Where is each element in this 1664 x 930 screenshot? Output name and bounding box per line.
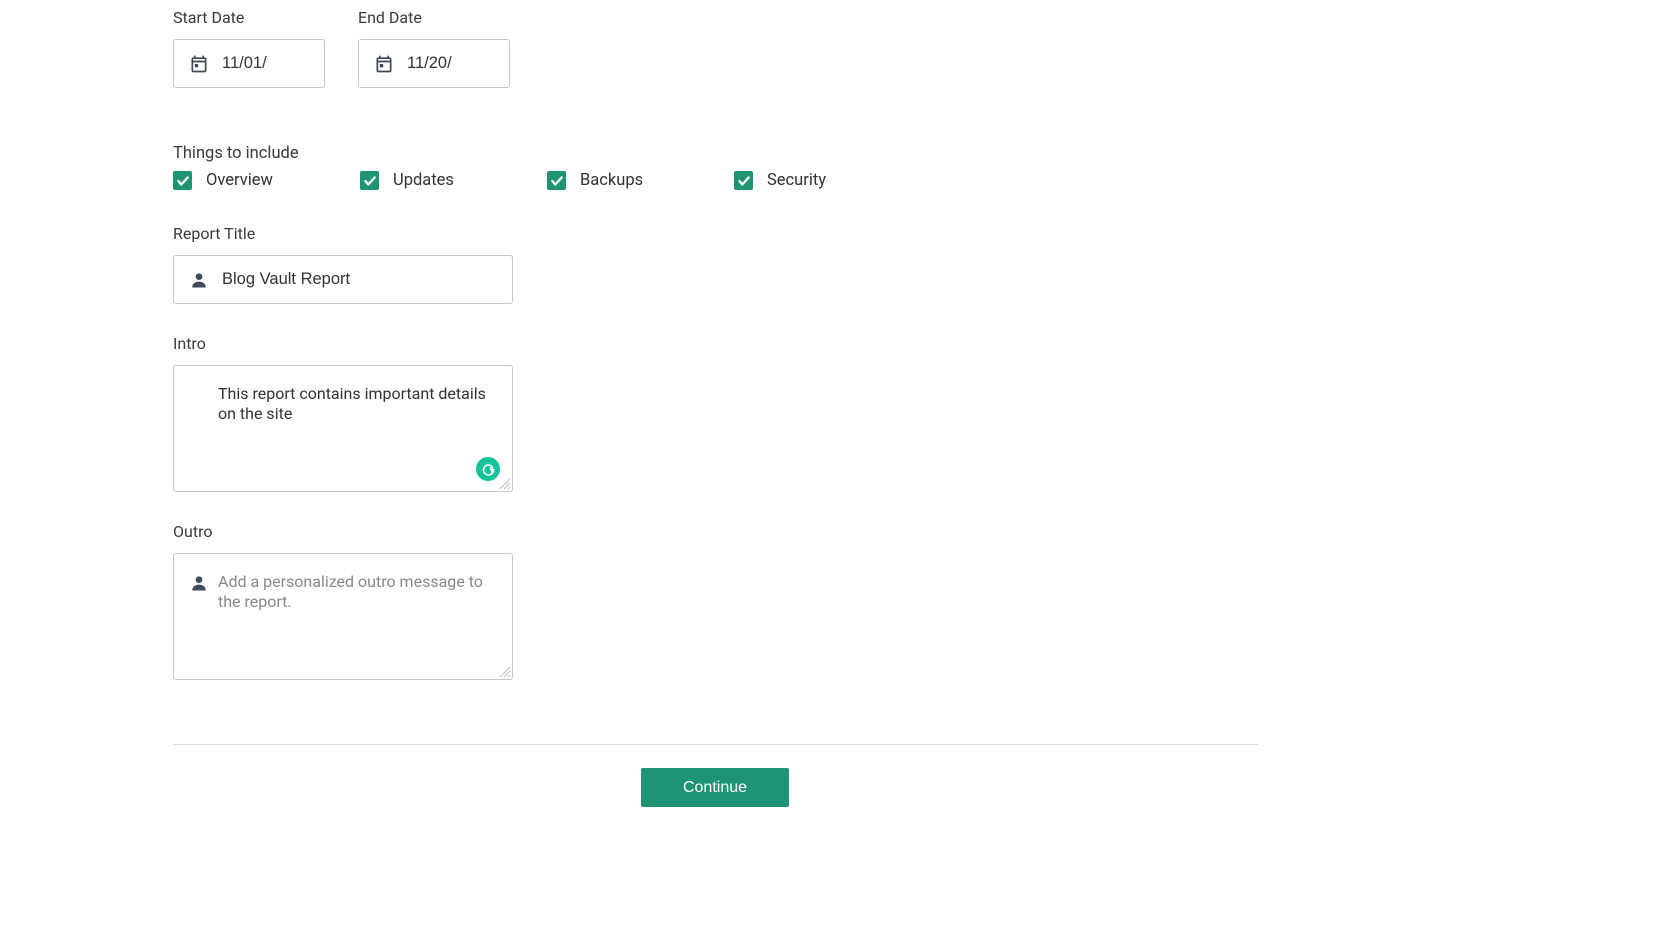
calendar-icon <box>373 53 395 75</box>
report-title-input-wrap[interactable] <box>173 255 513 304</box>
checkbox-backups[interactable]: Backups <box>547 171 734 190</box>
checkbox-updates[interactable]: Updates <box>360 171 547 190</box>
checkbox-label: Overview <box>206 171 273 190</box>
end-date-input-wrap[interactable] <box>358 39 510 88</box>
checkbox-label: Updates <box>393 171 454 190</box>
checkbox-overview[interactable]: Overview <box>173 171 360 190</box>
start-date-label: Start Date <box>173 8 325 27</box>
start-date-field: Start Date <box>173 8 325 88</box>
checkbox-icon <box>734 171 753 190</box>
report-title-input[interactable] <box>222 270 500 289</box>
intro-textarea[interactable] <box>218 384 492 473</box>
checkbox-label: Backups <box>580 171 643 190</box>
outro-label: Outro <box>173 522 1258 541</box>
things-to-include-label: Things to include <box>173 144 1258 163</box>
start-date-input-wrap[interactable] <box>173 39 325 88</box>
outro-textarea-wrap[interactable] <box>173 553 513 680</box>
intro-textarea-wrap[interactable] <box>173 365 513 492</box>
calendar-icon <box>188 53 210 75</box>
end-date-label: End Date <box>358 8 510 27</box>
intro-field: Intro <box>173 334 1258 492</box>
user-icon <box>188 572 210 594</box>
resize-handle-icon <box>497 476 511 490</box>
resize-handle-icon <box>497 664 511 678</box>
checkbox-icon <box>547 171 566 190</box>
divider <box>173 744 1258 745</box>
report-title-field: Report Title <box>173 224 1258 304</box>
checkbox-icon <box>360 171 379 190</box>
things-to-include-group: Overview Updates Backups Security <box>173 171 1258 190</box>
continue-button[interactable]: Continue <box>641 768 789 807</box>
end-date-input[interactable] <box>407 54 627 73</box>
report-title-label: Report Title <box>173 224 1258 243</box>
user-icon <box>188 269 210 291</box>
outro-field: Outro <box>173 522 1258 680</box>
checkbox-label: Security <box>767 171 826 190</box>
checkbox-icon <box>173 171 192 190</box>
checkbox-security[interactable]: Security <box>734 171 921 190</box>
intro-label: Intro <box>173 334 1258 353</box>
outro-textarea[interactable] <box>218 572 492 661</box>
end-date-field: End Date <box>358 8 510 88</box>
